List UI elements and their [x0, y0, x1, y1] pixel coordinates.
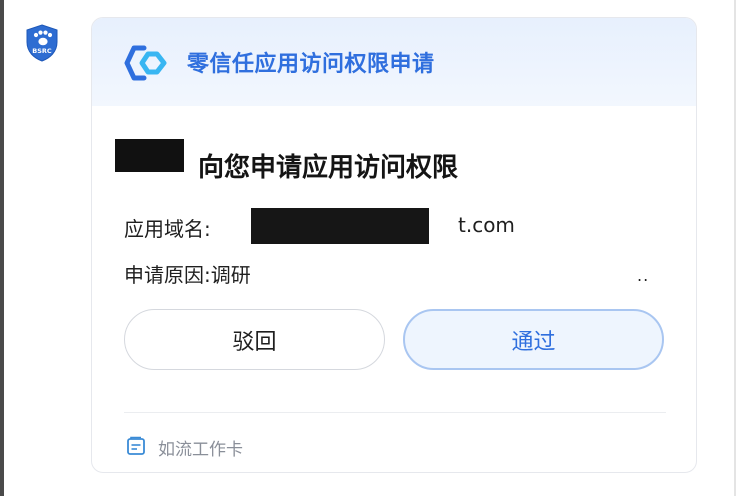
approve-button[interactable]: 通过	[403, 309, 664, 370]
reject-button[interactable]: 驳回	[124, 309, 385, 370]
reject-button-label: 驳回	[232, 329, 277, 355]
card-header: 零信任应用访问权限申请	[92, 18, 696, 106]
domain-value-redacted	[251, 208, 429, 244]
reason-label: 申请原因:	[124, 263, 211, 287]
approve-button-label: 通过	[511, 329, 556, 355]
footer-divider	[124, 412, 666, 413]
window-edge-left	[0, 0, 4, 496]
work-card-icon	[127, 436, 145, 455]
footer-label: 如流工作卡	[158, 440, 243, 460]
bsrc-avatar-icon[interactable]: BSRC	[25, 24, 59, 62]
reason-value-redacted	[310, 256, 622, 288]
requester-name-redacted	[115, 139, 184, 172]
domain-label: 应用域名:	[124, 217, 211, 241]
reason-row: 申请原因:调研	[124, 259, 251, 288]
avatar-badge-text: BSRC	[32, 47, 52, 55]
request-title: 向您申请应用访问权限	[198, 153, 459, 183]
card-header-title: 零信任应用访问权限申请	[187, 52, 435, 77]
hexagon-link-logo-icon	[124, 45, 167, 81]
domain-value-suffix: t.com	[458, 213, 515, 237]
approval-card: 零信任应用访问权限申请 向您申请应用访问权限 应用域名: t.com 申请原因:…	[91, 17, 697, 473]
reason-value: 调研	[210, 263, 251, 287]
reason-ellipsis: ..	[637, 266, 650, 285]
